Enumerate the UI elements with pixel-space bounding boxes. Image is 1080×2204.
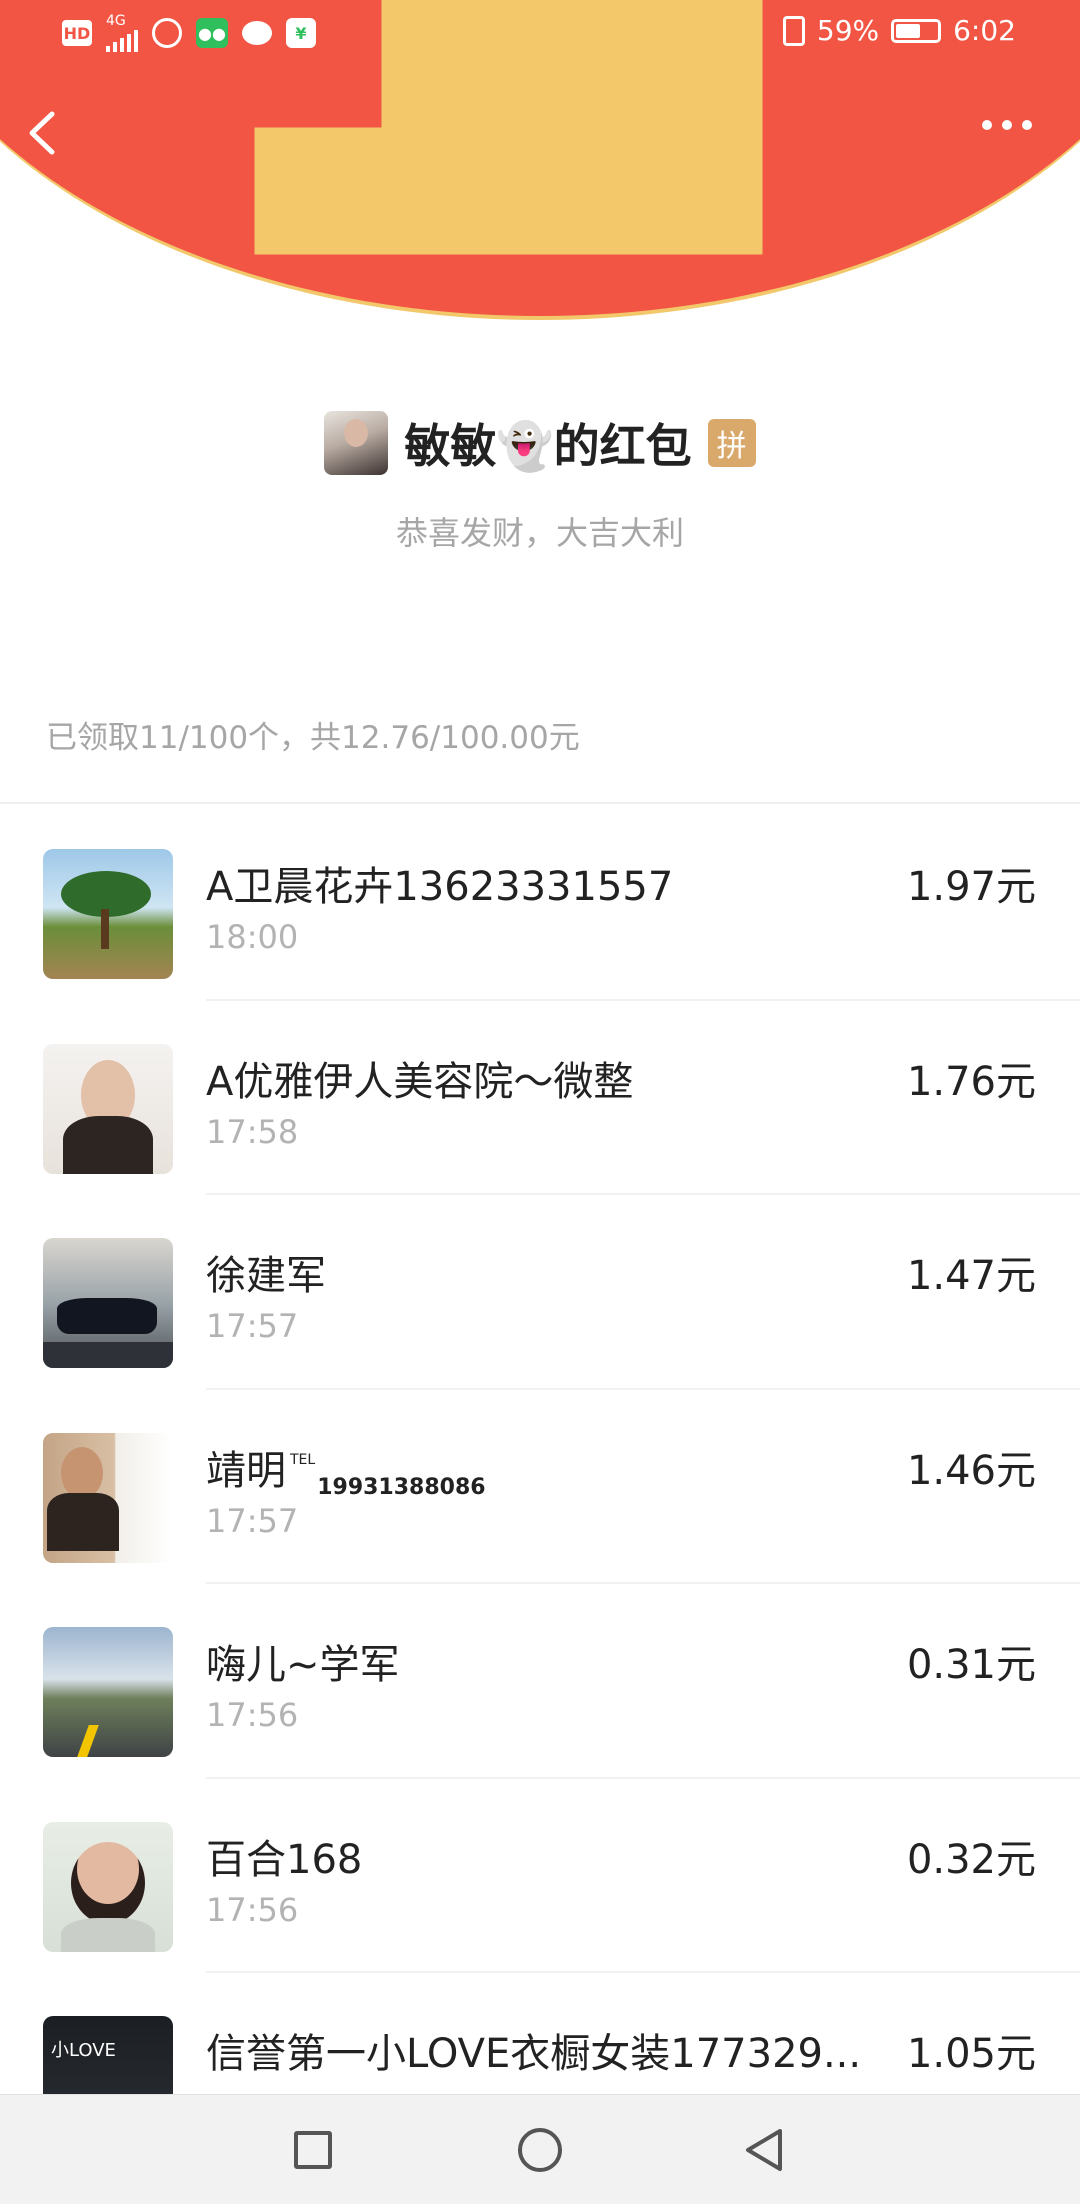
list-item[interactable]: 靖明 TEL19931388086 17:57 1.46元 [0, 1390, 1080, 1584]
app-badge-icon: ¥ [286, 18, 316, 48]
app-notification-icon: ●● [196, 18, 228, 48]
claim-amount: 1.05元 [906, 2031, 1036, 2077]
claim-time: 17:58 [206, 1112, 299, 1151]
greeting-text: 恭喜发财，大吉大利 [395, 514, 684, 552]
claim-time: 17:57 [206, 1501, 299, 1540]
claim-time: 18:00 [206, 918, 299, 956]
claim-amount: 1.47元 [906, 1253, 1036, 1299]
status-right: 59% 6:02 [782, 14, 1016, 47]
list-item[interactable]: 徐建军 17:57 1.47元 [0, 1195, 1080, 1390]
chat-icon [242, 21, 272, 45]
clock: 6:02 [953, 14, 1016, 47]
vibrate-icon [782, 15, 805, 46]
claim-time: 17:56 [206, 1890, 299, 1929]
claim-time: 17:56 [206, 1696, 299, 1734]
avatar[interactable] [43, 1627, 173, 1757]
claim-amount: 0.32元 [906, 1836, 1036, 1883]
eye-icon [152, 18, 182, 48]
sender-header: 敏敏👻的红包 拼 [0, 410, 1080, 476]
recipient-name: 信誉第一小LOVE衣橱女装177329... [206, 2031, 862, 2077]
claim-amount: 1.97元 [906, 864, 1036, 910]
battery-percent: 59% [816, 14, 880, 47]
claim-amount: 1.76元 [906, 1058, 1036, 1105]
list-item[interactable]: 嗨儿~学军 17:56 0.31元 [0, 1584, 1080, 1779]
recipient-name: 嗨儿~学军 [206, 1642, 400, 1688]
claim-amount: 1.46元 [906, 1447, 1036, 1494]
sender-name: 敏敏👻的红包 [404, 419, 692, 473]
claim-summary: 已领取11/100个，共12.76/100.00元 [46, 720, 580, 756]
avatar[interactable] [43, 1043, 173, 1174]
recipient-name: 百合168 [206, 1836, 363, 1883]
recipient-name: 徐建军 [206, 1253, 326, 1299]
tel-label: TEL [290, 1451, 316, 1468]
system-nav-bar [0, 2094, 1080, 2204]
pin-badge: 拼 [707, 419, 756, 467]
recipient-name: 靖明 TEL19931388086 [206, 1438, 486, 1500]
signal-icon [106, 28, 138, 52]
tel-number: 19931388086 [317, 1474, 486, 1500]
sender-avatar[interactable] [324, 411, 389, 475]
home-icon[interactable] [518, 2128, 562, 2172]
recipient-name-text: 靖明 [206, 1447, 286, 1494]
back-triangle-icon[interactable] [742, 2125, 786, 2175]
avatar[interactable] [43, 1432, 173, 1563]
avatar[interactable] [43, 849, 173, 979]
list-item[interactable]: A卫晨花卉13623331557 18:00 1.97元 [0, 806, 1080, 1001]
chevron-left-icon[interactable] [24, 108, 60, 158]
claim-amount: 0.31元 [906, 1642, 1036, 1688]
divider [0, 802, 1080, 804]
claim-list: A卫晨花卉13623331557 18:00 1.97元 A优雅伊人美容院～微整… [0, 806, 1080, 2168]
avatar[interactable] [43, 1238, 173, 1368]
battery-icon [891, 18, 942, 43]
avatar[interactable] [43, 1821, 173, 1952]
more-dots-icon[interactable] [982, 120, 1032, 130]
list-item[interactable]: A优雅伊人美容院～微整 17:58 1.76元 [0, 1001, 1080, 1195]
status-left: HD 4G ●● ¥ [62, 14, 316, 52]
red-packet-detail-screen: HD 4G ●● ¥ 59% 6:02 敏敏👻的红包 拼 恭喜发财，大吉大利 已… [0, 0, 1080, 2204]
recipient-name: A卫晨花卉13623331557 [206, 864, 674, 910]
hd-icon: HD [62, 20, 92, 46]
network-label: 4G [106, 13, 126, 29]
status-bar: HD 4G ●● ¥ 59% 6:02 [0, 0, 1080, 66]
recipient-name: A优雅伊人美容院～微整 [206, 1058, 634, 1105]
list-item[interactable]: 百合168 17:56 0.32元 [0, 1779, 1080, 1973]
recents-icon[interactable] [294, 2131, 332, 2169]
claim-time: 17:57 [206, 1307, 299, 1345]
